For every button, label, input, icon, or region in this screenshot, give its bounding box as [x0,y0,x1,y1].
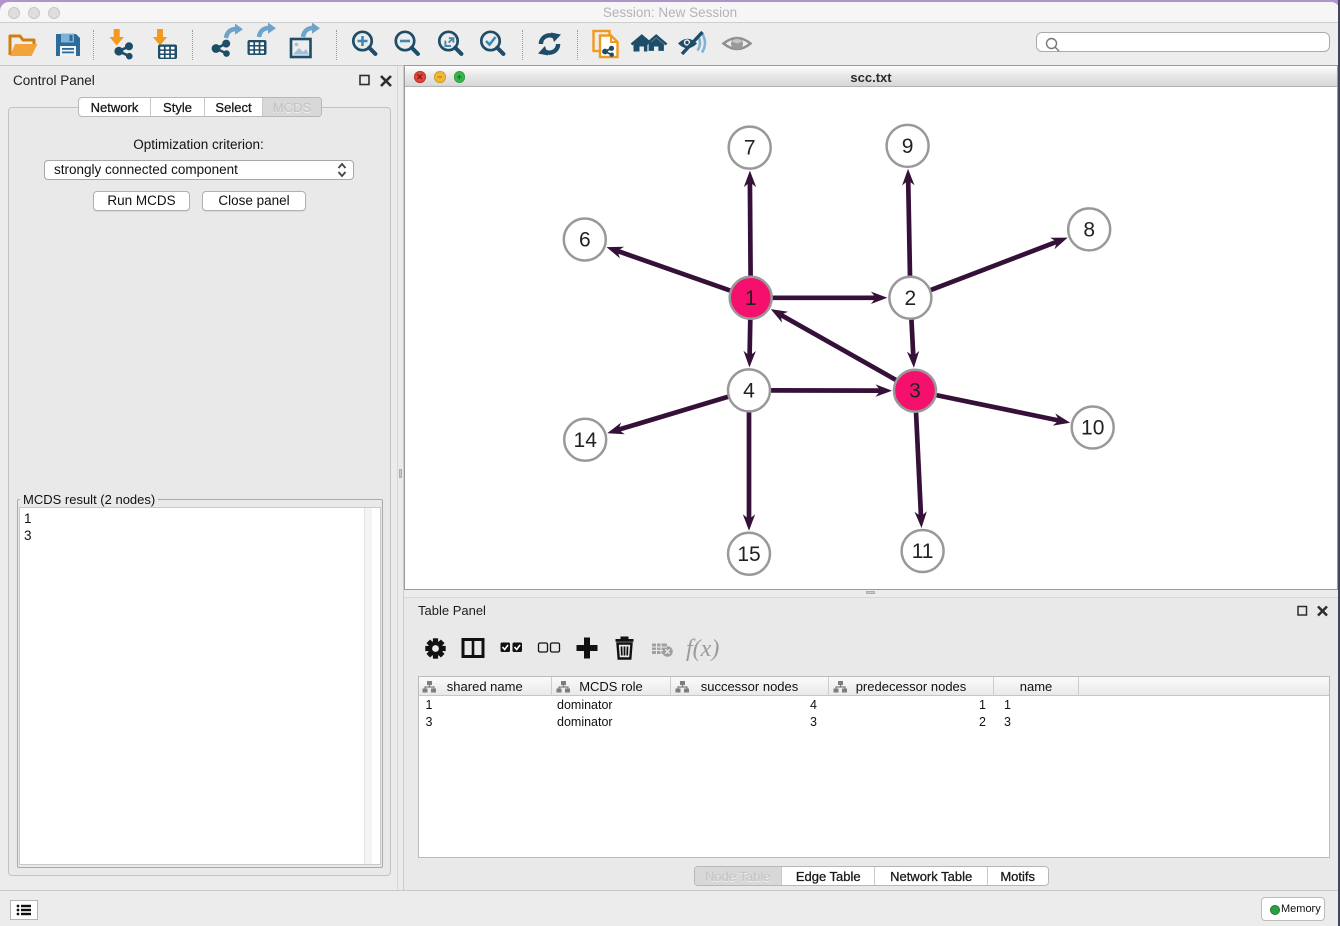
svg-text:8: 8 [1083,218,1095,241]
svg-text:1: 1 [745,287,757,310]
svg-text:14: 14 [574,429,598,452]
svg-text:7: 7 [744,137,756,160]
svg-text:f(x): f(x) [686,636,719,662]
svg-text:10: 10 [1081,417,1104,440]
svg-text:15: 15 [737,543,760,566]
svg-text:4: 4 [743,379,755,402]
svg-text:2: 2 [905,287,917,310]
svg-text:6: 6 [579,229,591,252]
svg-text:3: 3 [909,380,921,403]
svg-text:9: 9 [902,135,914,158]
svg-text:11: 11 [912,540,934,563]
